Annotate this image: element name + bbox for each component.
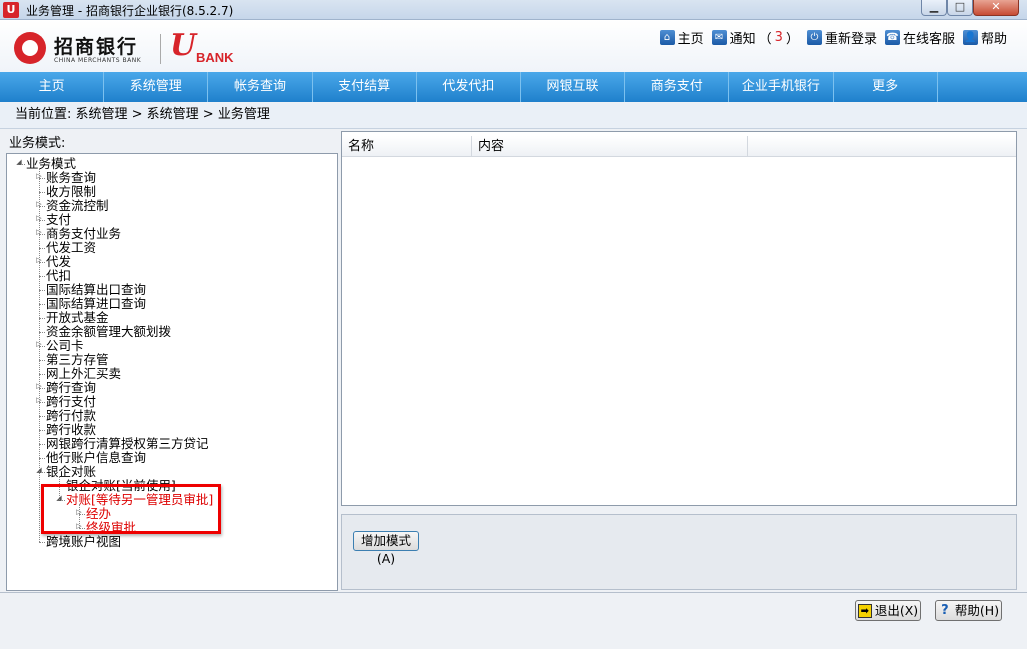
home-link-label: 主页: [677, 32, 704, 47]
tree-node[interactable]: 开放式基金: [46, 311, 109, 325]
red-highlight-box: [41, 484, 221, 534]
tree-node[interactable]: 资金余额管理大额划拨: [46, 325, 171, 339]
right-panel: 名称 内容 增加模式(A): [340, 130, 1019, 590]
business-mode-label: 业务模式:: [9, 136, 66, 151]
close-button[interactable]: ✕: [973, 0, 1019, 16]
exit-button-label: 退出(X): [874, 603, 919, 618]
nav-business-payment[interactable]: 商务支付: [625, 72, 730, 102]
online-service-icon: ☎: [884, 30, 900, 45]
column-name[interactable]: 名称: [342, 136, 472, 157]
nav-more[interactable]: 更多: [834, 72, 938, 102]
relogin-icon: ⏻: [806, 30, 822, 45]
help-button[interactable]: ? 帮助(H): [935, 600, 1002, 621]
column-content[interactable]: 内容: [472, 136, 748, 157]
nav-account-query[interactable]: 帐务查询: [208, 72, 313, 102]
help-link-label: 帮助: [980, 32, 1007, 47]
nav-payroll-collection[interactable]: 代发代扣: [417, 72, 521, 102]
notice-link-label: 通知: [729, 32, 756, 47]
nav-system-management[interactable]: 系统管理: [104, 72, 209, 102]
logo-divider: [160, 34, 161, 64]
ubank-logo-u: U: [170, 28, 197, 63]
tree-node[interactable]: 跨行支付: [46, 395, 96, 409]
tree-node[interactable]: 支付: [46, 213, 71, 227]
button-area: 增加模式(A): [341, 514, 1017, 590]
tree-collapse-icon[interactable]: ◢: [15, 158, 23, 166]
tree-node[interactable]: 国际结算进口查询: [46, 297, 146, 311]
help-button-label: 帮助(H): [954, 603, 1000, 618]
tree-node[interactable]: 代发: [46, 255, 71, 269]
tree-node[interactable]: 跨行收款: [46, 423, 96, 437]
tree-node[interactable]: 代扣: [46, 269, 71, 283]
top-links: ⌂ 主页 ✉ 通知 （ 3 ） ⏻ 重新登录 ☎ 在线客服 👤 帮助: [659, 28, 1007, 47]
nav-payment-settlement[interactable]: 支付结算: [313, 72, 417, 102]
tree-node[interactable]: 账务查询: [46, 171, 96, 185]
detail-grid[interactable]: 名称 内容: [341, 131, 1017, 506]
tree-node[interactable]: 业务模式: [26, 157, 76, 171]
tree-node[interactable]: 跨行查询: [46, 381, 96, 395]
question-icon: ?: [941, 602, 949, 618]
online-service-link[interactable]: ☎ 在线客服: [884, 28, 955, 47]
exit-icon: ➡: [857, 603, 872, 618]
footer-divider: [0, 592, 1027, 593]
tree-node[interactable]: 资金流控制: [46, 199, 109, 213]
help-link[interactable]: 👤 帮助: [962, 28, 1007, 47]
tree-node[interactable]: 网银跨行清算授权第三方贷记: [46, 437, 209, 451]
exit-button[interactable]: ➡ 退出(X): [855, 600, 921, 621]
tree-node[interactable]: 国际结算出口查询: [46, 283, 146, 297]
title-bar: U 业务管理 - 招商银行企业银行(8.5.2.7) ▁ □ ✕: [0, 0, 1027, 20]
add-mode-button[interactable]: 增加模式(A): [353, 531, 419, 566]
notice-count-open: （: [758, 32, 772, 47]
tree-node[interactable]: 代发工资: [46, 241, 96, 255]
cmb-logo-icon: [14, 32, 46, 64]
home-link[interactable]: ⌂ 主页: [659, 28, 704, 47]
grid-header: 名称 内容: [342, 136, 1016, 157]
tree-node[interactable]: 跨境账户视图: [46, 535, 121, 549]
header: 招商银行 CHINA MERCHANTS BANK U BANK ⌂ 主页 ✉ …: [0, 20, 1027, 72]
app-icon: U: [3, 2, 19, 18]
help-person-icon: 👤: [962, 30, 978, 45]
tree-node[interactable]: 网上外汇买卖: [46, 367, 121, 381]
breadcrumb: 当前位置: 系统管理 > 系统管理 > 业务管理: [0, 103, 1027, 129]
tree-node[interactable]: 商务支付业务: [46, 227, 121, 241]
minimize-button[interactable]: ▁: [921, 0, 947, 16]
nav-mobile-banking[interactable]: 企业手机银行: [729, 72, 834, 102]
notice-icon: ✉: [711, 30, 727, 45]
online-service-link-label: 在线客服: [902, 32, 955, 47]
column-empty: [748, 136, 1016, 157]
tree-node[interactable]: 他行账户信息查询: [46, 451, 146, 465]
window-title: 业务管理 - 招商银行企业银行(8.5.2.7): [26, 4, 234, 18]
tree-node[interactable]: 第三方存管: [46, 353, 109, 367]
main-nav: 主页 系统管理 帐务查询 支付结算 代发代扣 网银互联 商务支付 企业手机银行 …: [0, 72, 1027, 102]
tree-node[interactable]: 银企对账: [46, 465, 96, 479]
notice-link[interactable]: ✉ 通知 （ 3 ）: [711, 28, 799, 47]
relogin-link[interactable]: ⏻ 重新登录: [806, 28, 877, 47]
maximize-button[interactable]: □: [947, 0, 973, 16]
tree-node[interactable]: 收方限制: [46, 185, 96, 199]
tree-node[interactable]: 跨行付款: [46, 409, 96, 423]
nav-ebank-interconnect[interactable]: 网银互联: [521, 72, 626, 102]
nav-home[interactable]: 主页: [0, 72, 105, 102]
home-icon: ⌂: [659, 30, 675, 45]
notice-count-close: ）: [785, 32, 799, 47]
tree-guide-line: [39, 168, 40, 542]
left-panel: 业务模式: ◢ 业务模式 ▷ 账务查询 收方限制 ▷ 资金流控制 ▷ 支付 ▷ 商务支付业务 代发工资…: [3, 130, 339, 592]
brand-name: 招商银行: [54, 36, 139, 58]
tree-node[interactable]: 公司卡: [46, 339, 84, 353]
tree-connector: [39, 542, 45, 543]
notice-count: 3: [774, 30, 783, 45]
brand-name-en: CHINA MERCHANTS BANK: [54, 57, 142, 64]
relogin-link-label: 重新登录: [824, 32, 877, 47]
ubank-logo-text: BANK: [196, 50, 234, 65]
